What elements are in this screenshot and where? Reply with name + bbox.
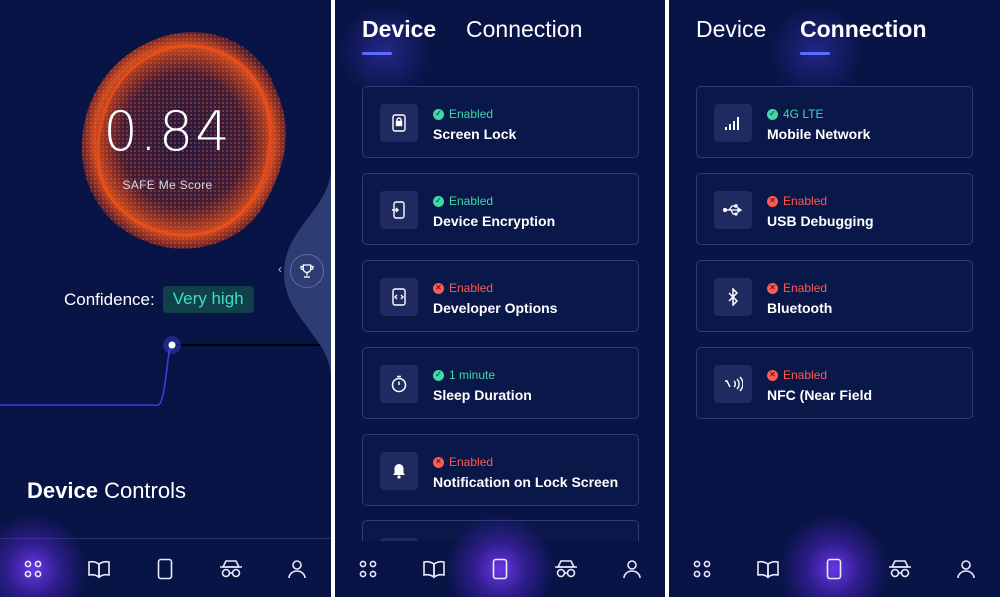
status-indicator: ✕ Enabled [433,455,493,469]
nav-privacy[interactable] [533,541,599,597]
status-indicator: ✕ Enabled [433,281,493,295]
nav-device[interactable] [445,514,555,597]
nav-device[interactable] [132,541,198,597]
bottom-nav [669,514,1000,597]
trophy-button[interactable] [290,254,324,288]
card-title: Screen Lock [433,126,517,142]
status-text: Enabled [783,368,828,382]
phone-icon [157,558,173,580]
nav-profile[interactable] [264,541,330,597]
bell-icon [380,452,418,490]
nav-dashboard[interactable] [0,514,88,597]
phone-icon [492,558,508,580]
status-text: 1 minute [449,368,496,382]
status-indicator: ✓ 1 minute [433,368,495,382]
bottom-nav [0,514,331,597]
nav-library[interactable] [66,541,132,597]
chevron-left-icon[interactable]: ‹ [278,262,282,276]
device-card-notification-lock-screen[interactable]: ✕ Enabled Notification on Lock Screen [362,434,639,506]
timer-icon [380,365,418,403]
trophy-icon [300,264,314,278]
phone-lock-icon [380,104,418,142]
nfc-icon [714,365,752,403]
nav-device[interactable] [779,514,889,597]
status-indicator: ✓ 4G LTE [767,107,823,121]
bluetooth-icon [714,278,752,316]
spy-icon [555,560,577,578]
dashboard-icon [24,560,42,578]
card-title: USB Debugging [767,213,874,229]
safe-me-score-label: SAFE Me Score [122,178,213,192]
connection-card-bluetooth[interactable]: ✕ Enabled Bluetooth [696,260,973,332]
status-text: Enabled [783,194,828,208]
status-indicator: ✓ Enabled [433,107,493,121]
status-text: Enabled [449,455,494,469]
profile-icon [623,560,641,579]
nav-dashboard[interactable] [335,541,401,597]
active-tab-indicator [800,52,830,55]
safe-me-score-value: 0.84 [103,100,232,163]
tab-connection[interactable]: Connection [466,16,582,43]
developer-options-icon [380,278,418,316]
signal-icon [714,104,752,142]
book-icon [423,560,445,579]
card-title: Mobile Network [767,126,871,142]
connection-card-nfc[interactable]: ✕ Enabled NFC (Near Field [696,347,973,419]
dashboard-icon [359,560,377,578]
book-icon [757,560,779,579]
active-tab-indicator [362,52,392,55]
device-card-device-encryption[interactable]: ✓ Enabled Device Encryption [362,173,639,245]
book-icon [88,560,110,579]
score-screen: 0.84 SAFE Me Score Confidence: Very high… [0,0,331,597]
status-indicator: ✕ Enabled [767,194,827,208]
tab-device[interactable]: Device [362,16,436,43]
dashboard-icon [693,560,711,578]
connection-card-usb-debugging[interactable]: ✕ Enabled USB Debugging [696,173,973,245]
tab-device[interactable]: Device [696,16,766,43]
device-screen: Device Connection ✓ Enabled Screen Lock ✓… [335,0,665,597]
phone-encryption-icon [380,191,418,229]
connection-card-mobile-network[interactable]: ✓ 4G LTE Mobile Network [696,86,973,158]
nav-profile[interactable] [599,541,665,597]
card-title: Device Encryption [433,213,556,229]
device-controls-title-rest: Controls [97,478,186,503]
device-card-screen-lock[interactable]: ✓ Enabled Screen Lock [362,86,639,158]
profile-icon [957,560,975,579]
device-controls-title: Device Controls [27,478,186,504]
nav-privacy[interactable] [867,541,933,597]
usb-icon [714,191,752,229]
nav-dashboard[interactable] [669,541,735,597]
bottom-nav [335,514,665,597]
nav-profile[interactable] [933,541,999,597]
status-indicator: ✕ Enabled [767,281,827,295]
profile-icon [288,560,306,579]
device-controls-title-bold: Device [27,478,98,503]
status-indicator: ✓ Enabled [433,194,493,208]
tab-connection[interactable]: Connection [800,16,927,43]
card-title: NFC (Near Field [767,387,873,403]
device-card-sleep-duration[interactable]: ✓ 1 minute Sleep Duration [362,347,639,419]
spy-icon [220,560,242,578]
status-text: Enabled [449,281,494,295]
tab-bar: Device Connection [669,0,1000,106]
card-title: Developer Options [433,300,558,316]
phone-icon [826,558,842,580]
status-text: Enabled [449,194,494,208]
spy-icon [889,560,911,578]
status-indicator: ✕ Enabled [767,368,827,382]
connection-screen: Device Connection ✓ 4G LTE Mobile Network… [669,0,1000,597]
status-text: Enabled [783,281,828,295]
status-text: Enabled [449,107,494,121]
card-title: Bluetooth [767,300,833,316]
nav-privacy[interactable] [198,541,264,597]
card-title: Sleep Duration [433,387,532,403]
status-text: 4G LTE [783,107,824,121]
device-card-developer-options[interactable]: ✕ Enabled Developer Options [362,260,639,332]
tab-bar: Device Connection [335,0,665,106]
card-title: Notification on Lock Screen [433,474,619,490]
